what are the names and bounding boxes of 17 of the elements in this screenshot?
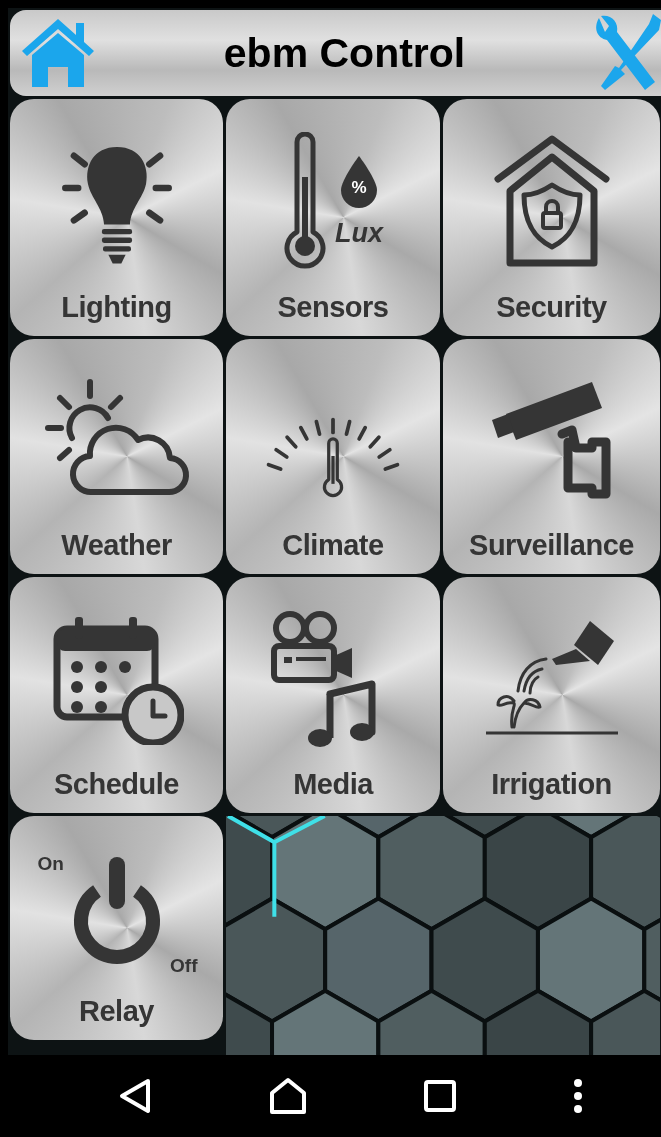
menu-tile[interactable]: On Off Relay [10, 816, 223, 1041]
on-label: On [37, 852, 64, 875]
off-label: Off [170, 954, 198, 977]
menu-tile[interactable]: Climate [226, 339, 440, 575]
menu-tile[interactable]: Lighting [10, 99, 223, 337]
percent-label: % [350, 177, 368, 198]
drop-icon [339, 155, 379, 208]
menu-tile[interactable]: Schedule [10, 577, 223, 814]
lux-label: Lux [335, 217, 383, 249]
menu-tile[interactable]: Security [443, 99, 660, 337]
menu-tile[interactable]: % Lux Sensors [226, 99, 440, 337]
app-title: ebm Control [223, 29, 466, 77]
menu-tile[interactable]: Surveillance [443, 339, 660, 575]
menu-tile[interactable]: Irrigation [443, 577, 660, 814]
menu-tile[interactable]: Weather [10, 339, 223, 575]
menu-tile[interactable]: Media [226, 577, 440, 814]
house-shield-icon [491, 134, 612, 270]
